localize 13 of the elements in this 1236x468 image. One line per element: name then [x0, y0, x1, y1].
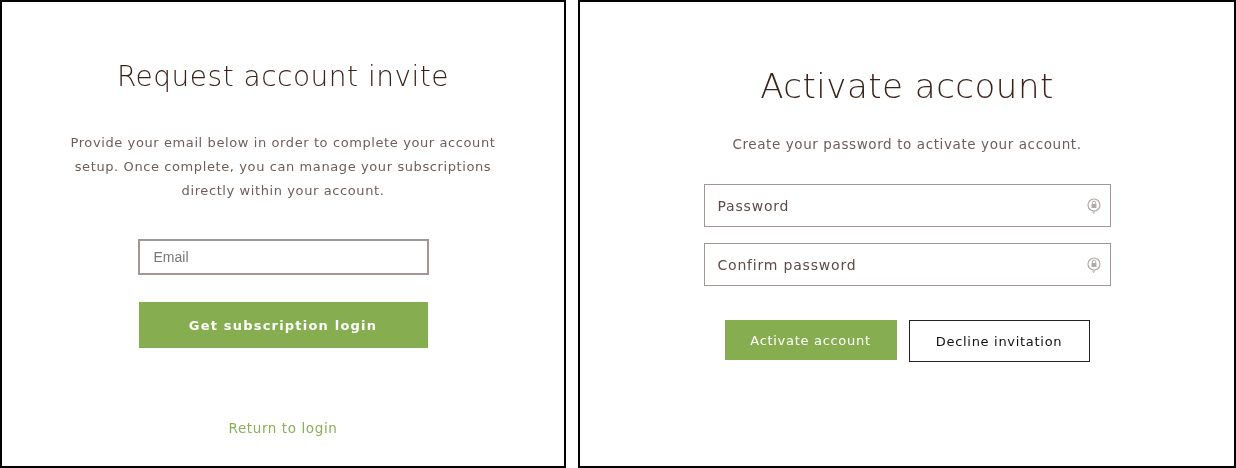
email-field[interactable]: Email — [137, 239, 429, 275]
return-link[interactable]: Return to login — [228, 420, 338, 436]
panel-description: Provide your email below in order to complete your account setup. Once complete, you can manage your subscriptions directly within your account. — [69, 134, 497, 200]
decline-button[interactable]: Decline invitation — [908, 320, 1090, 362]
password-manager-icon[interactable] — [1086, 256, 1101, 273]
password-field[interactable]: Confirm password — [703, 243, 1111, 286]
panel-title: Activate account — [760, 66, 1054, 106]
panel-title: Request account invite — [116, 60, 450, 93]
password-field[interactable]: Password — [703, 184, 1111, 227]
password-manager-icon[interactable] — [1086, 197, 1101, 214]
submit-button[interactable]: Get subscription login — [138, 302, 428, 348]
panel-description: Create your password to activate your account. — [732, 135, 1082, 154]
submit-button[interactable]: Activate account — [724, 320, 897, 360]
